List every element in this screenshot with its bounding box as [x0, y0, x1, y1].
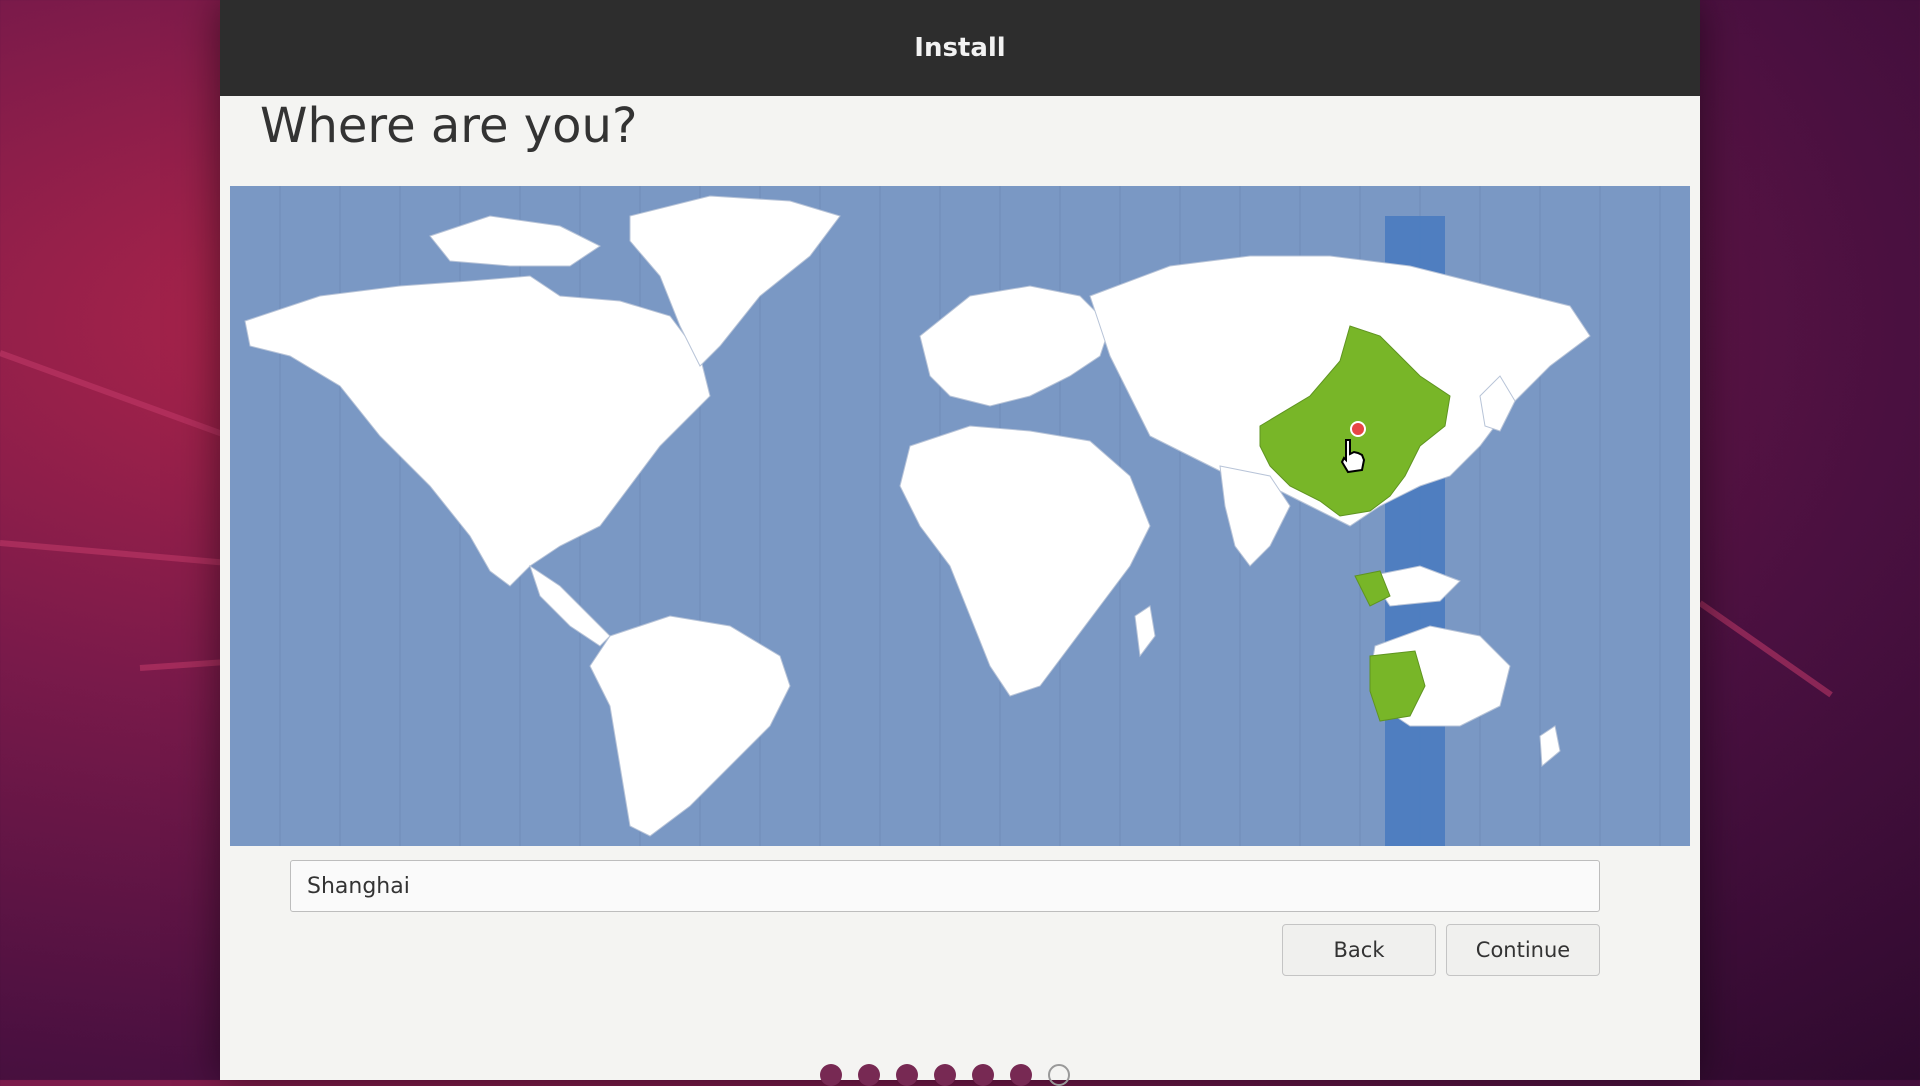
installer-window: Install Where are you? Shanghai Back Con…	[220, 0, 1700, 1086]
progress-dot	[820, 1064, 842, 1086]
location-input[interactable]	[290, 860, 1600, 912]
pointer-hand-cursor-icon	[1340, 439, 1366, 474]
progress-dot	[858, 1064, 880, 1086]
page-title: Where are you?	[260, 98, 638, 154]
progress-dot	[1010, 1064, 1032, 1086]
window-title: Install	[914, 33, 1006, 63]
continue-button[interactable]: Continue	[1446, 924, 1600, 976]
world-map	[244, 186, 1661, 846]
timezone-map[interactable]	[230, 186, 1690, 846]
progress-dot	[972, 1064, 994, 1086]
installer-progress	[820, 1064, 1070, 1086]
progress-dot-pending	[1048, 1064, 1070, 1086]
wallpaper-line	[1698, 600, 1833, 698]
window-titlebar[interactable]: Install	[220, 0, 1700, 96]
progress-dot	[934, 1064, 956, 1086]
back-button[interactable]: Back	[1282, 924, 1436, 976]
progress-dot	[896, 1064, 918, 1086]
location-marker-icon	[1350, 421, 1366, 437]
